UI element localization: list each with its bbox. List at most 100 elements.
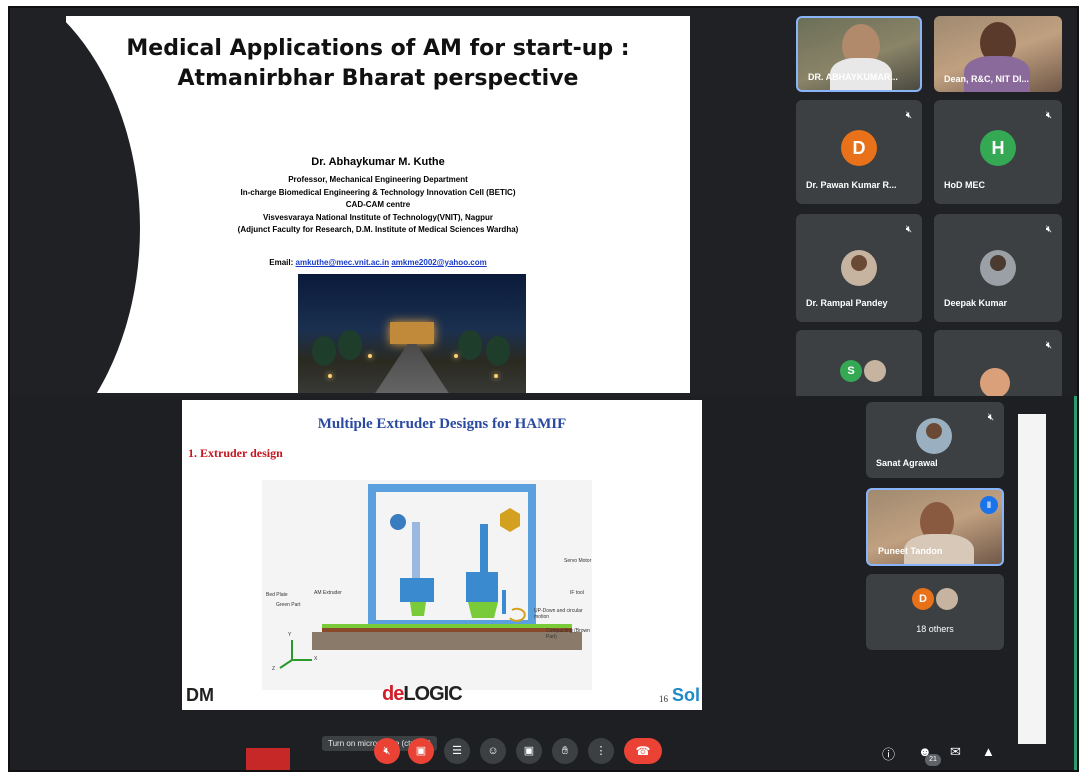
participant-tile[interactable]: 🔇︎ Deepak Kumar [934,214,1062,322]
mic-off-icon: 🔇︎ [987,412,994,423]
road [368,344,456,393]
slide-title-line1: Medical Applications of AM for start-up … [126,36,630,61]
more-options-button[interactable]: ⋮ [588,738,614,764]
label-am-extruder: AM Extruder [314,590,342,596]
participant-tile[interactable]: S [796,330,922,400]
brown-part [322,628,572,632]
logo-part: de [382,683,404,705]
am-extruder [400,578,434,602]
slide-title: Multiple Extruder Designs for HAMIF [317,416,567,432]
slide-subtitle: 1. Extruder design [188,446,283,460]
slide-affiliation: Professor, Mechanical Engineering Depart… [66,174,690,237]
emoji-button[interactable]: ☺ [480,738,506,764]
bottom-meeting-window: Multiple Extruder Designs for HAMIF 1. E… [10,396,1077,770]
bed-plate [312,632,582,650]
present-button[interactable]: ▣ [516,738,542,764]
extruder-diagram-svg [279,484,582,669]
frame [368,484,536,628]
participant-name: 18 others [916,624,954,634]
mic-off-button[interactable]: 🔇︎ [374,738,400,764]
axis-z [279,659,293,669]
affiliation-line: (Adjunct Faculty for Research, D.M. Inst… [237,225,519,234]
lamp [494,374,498,378]
updown-arrow [502,590,506,614]
campus-photo [298,274,526,393]
nozzle-left [410,602,426,616]
email-link-1[interactable]: amkuthe@mec.vnit.ac.in [296,258,390,267]
participant-name: Dr. Rampal Pandey [806,298,888,308]
slide-title-line2: Atmanirbhar Bharat perspective [177,66,579,91]
label-servo-motor: Servo Motor [564,558,592,564]
servo-motor-left [390,514,406,530]
label-axis-z: Z [272,666,276,672]
participant-name: Sanat Agrawal [876,458,938,468]
avatar: D [841,130,877,166]
mic-off-icon: 🔇︎ [1045,110,1052,121]
presentation-slide-bottom: Multiple Extruder Designs for HAMIF 1. E… [182,400,702,710]
participant-tile[interactable]: 🔇︎ D Dr. Pawan Kumar R... [796,100,922,204]
participant-tile[interactable]: Dean, R&C, NIT Dl... [934,16,1062,92]
slide-page-number: 16 [659,694,668,704]
avatar: S [840,360,862,382]
delogic-logo: deLOGIC [382,683,463,706]
lamp [454,354,458,358]
affiliation-line: Professor, Mechanical Engineering Depart… [288,175,468,184]
captions-button[interactable]: ☰ [444,738,470,764]
mic-off-icon: 🔇︎ [905,110,912,121]
label-green-part: Green Part [276,602,301,608]
speaking-indicator-icon: ‖ [980,496,998,514]
participant-tile[interactable]: ‖ Puneet Tandon [866,488,1004,566]
participant-tile[interactable]: 🔇︎ H HoD MEC [934,100,1062,204]
meeting-screenshot-frame: Medical Applications of AM for start-up … [8,6,1079,772]
control-bar: 🔇︎ ▣ ☰ ☺ ▣ ✋︎ ⋮ ☎︎ ⓘ ☻ ✉ ▲ [10,724,1077,770]
circular-motion-arrow [509,607,526,622]
participant-tile[interactable]: 🔇︎ Dr. Rampal Pandey [796,214,922,322]
rod-right [480,524,488,580]
participant-name: HoD MEC [944,180,985,190]
tree [312,336,336,366]
avatar-face [926,423,942,439]
affiliation-line: Visvesvaraya National Institute of Techn… [263,212,493,222]
tree [338,330,362,360]
avatar-face [990,255,1006,271]
camera-off-button[interactable]: ▣ [408,738,434,764]
participant-tile[interactable]: 🔇︎ Sanat Agrawal [866,402,1004,478]
logo-part: LOGIC [403,683,462,705]
mic-off-icon: 🔇︎ [1045,340,1052,351]
window-border [1074,396,1077,770]
side-panel-edge [1018,414,1046,744]
participant-name: Puneet Tandon [878,546,943,556]
label-compacting: Compacting (Brown Part) [546,628,590,640]
email-label: Email: [269,258,294,267]
chat-icon[interactable]: ✉ [950,744,961,760]
green-part [322,624,572,628]
slide-email: Email: amkuthe@mec.vnit.ac.in amkme2002@… [66,258,690,267]
mic-off-icon: 🔇︎ [1045,224,1052,235]
raise-hand-button[interactable]: ✋︎ [552,738,578,764]
avatar [864,360,886,382]
slide-title: Medical Applications of AM for start-up … [66,34,690,94]
lamp [368,354,372,358]
avatar-face [851,255,867,271]
people-count-badge: 21 [925,754,941,766]
participant-tile[interactable]: 🔇︎ [934,330,1062,400]
top-meeting-window: Medical Applications of AM for start-up … [10,8,1077,400]
label-updown-motion: UP-Down and circular motion [534,608,583,620]
tree [486,336,510,366]
label-if-tool: IF tool [570,590,584,596]
others-tile[interactable]: D 18 others [866,574,1004,650]
tree [458,330,482,360]
if-tool [468,602,498,618]
activities-icon[interactable]: ▲ [982,744,995,759]
label-axis-y: Y [288,632,292,638]
building [390,322,434,344]
participant-tile[interactable]: DR. ABHAYKUMAR... [796,16,922,92]
info-icon[interactable]: ⓘ [882,744,895,763]
brand-logo-left: DM [186,685,214,705]
extruder-diagram: Servo Motor IF tool AM Extruder Bed Plat… [262,480,592,690]
avatar [980,368,1010,398]
lamp [328,374,332,378]
end-call-button[interactable]: ☎︎ [624,738,662,764]
avatar [936,588,958,610]
email-link-2[interactable]: amkme2002@yahoo.com [391,258,486,267]
